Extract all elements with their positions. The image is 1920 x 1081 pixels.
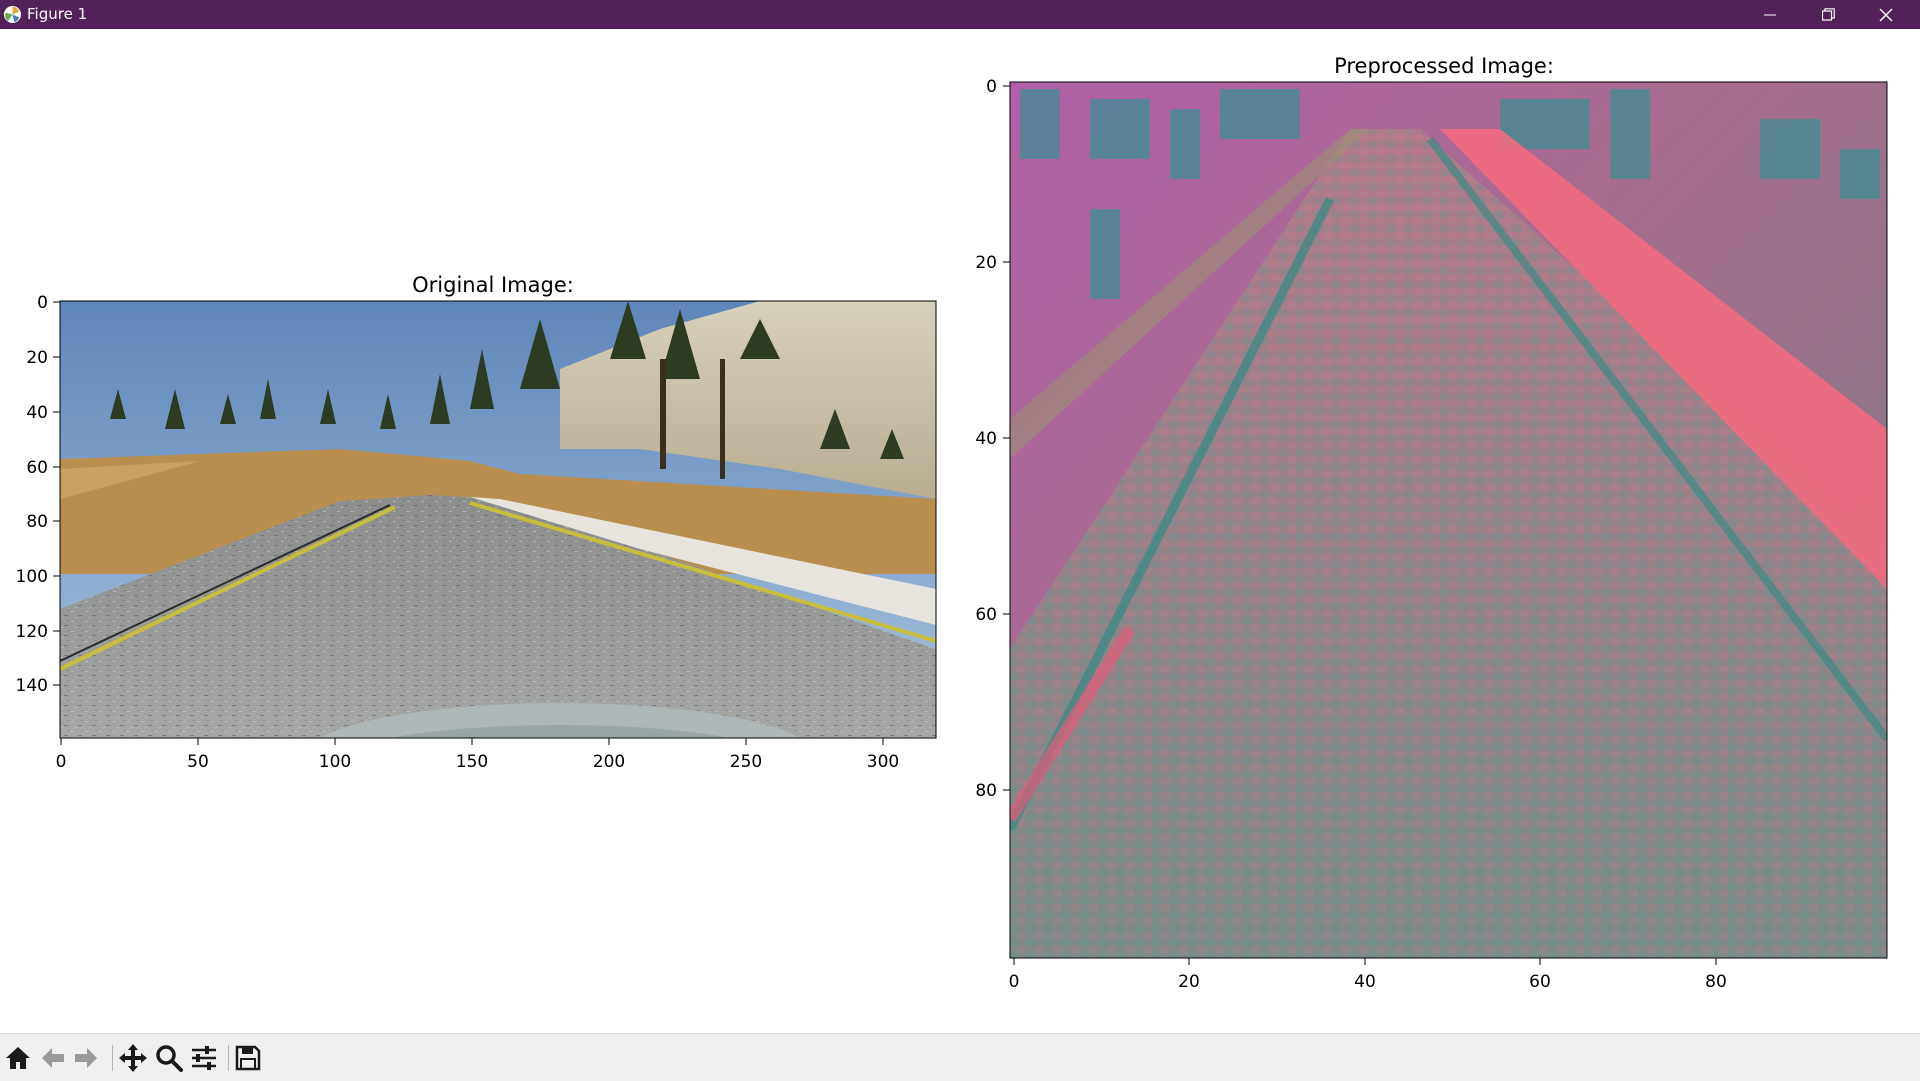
back-button[interactable] [37, 1042, 69, 1074]
restore-icon [1821, 8, 1835, 21]
left-ytick-label: 40 [26, 403, 48, 423]
right-xtick-label: 20 [1178, 972, 1200, 992]
left-xtick-label: 250 [730, 752, 762, 772]
right-xtick-label: 40 [1354, 972, 1376, 992]
right-ytick-label: 0 [986, 77, 997, 97]
left-xtick-label: 0 [56, 752, 67, 772]
right-xtick-label: 0 [1009, 972, 1020, 992]
right-ytick-label: 20 [975, 253, 997, 273]
home-icon [6, 1047, 30, 1069]
arrow-right-icon [75, 1048, 97, 1068]
right-ytick-label: 80 [975, 781, 997, 801]
right-xtick-label: 60 [1529, 972, 1551, 992]
left-xtick-label: 200 [593, 752, 625, 772]
left-ytick-label: 60 [26, 458, 48, 478]
left-x-ticks: 0 50 100 150 200 250 300 [56, 738, 899, 772]
left-ytick-label: 140 [16, 676, 48, 696]
left-ytick-label: 0 [37, 293, 48, 313]
close-button[interactable] [1857, 0, 1915, 29]
right-ytick-label: 40 [975, 429, 997, 449]
right-ytick-label: 60 [975, 605, 997, 625]
window-titlebar: Figure 1 [0, 0, 1920, 29]
configure-subplots-button[interactable] [188, 1042, 220, 1074]
magnifier-icon [156, 1045, 183, 1072]
right-x-ticks: 0 20 40 60 80 [1009, 958, 1727, 992]
left-xtick-label: 100 [319, 752, 351, 772]
right-xtick-label: 80 [1705, 972, 1727, 992]
window-title: Figure 1 [27, 5, 88, 23]
matplotlib-logo-icon [3, 5, 22, 24]
left-ytick-label: 20 [26, 348, 48, 368]
left-y-ticks: 0 20 40 60 80 100 120 140 [16, 293, 60, 696]
left-ytick-label: 100 [16, 567, 48, 587]
right-axes-title: Preprocessed Image: [1334, 54, 1554, 78]
zoom-button[interactable] [153, 1042, 185, 1074]
move-icon [119, 1044, 147, 1072]
home-button[interactable] [2, 1042, 34, 1074]
floppy-disk-icon [235, 1045, 261, 1071]
toolbar-separator [112, 1045, 113, 1071]
toolbar-separator [228, 1045, 229, 1071]
left-xtick-label: 300 [867, 752, 899, 772]
navigation-toolbar [0, 1033, 1920, 1081]
sliders-icon [192, 1046, 216, 1070]
left-xtick-label: 150 [456, 752, 488, 772]
left-ytick-label: 120 [16, 622, 48, 642]
arrow-left-icon [42, 1048, 64, 1068]
minimize-icon [1764, 14, 1776, 15]
left-ytick-label: 80 [26, 512, 48, 532]
preprocessed-road-image [1010, 82, 1887, 958]
restore-button[interactable] [1799, 0, 1857, 29]
save-button[interactable] [232, 1042, 264, 1074]
figure-canvas[interactable]: Original Image: 0 50 100 150 200 250 300… [0, 29, 1920, 1033]
left-xtick-label: 50 [187, 752, 209, 772]
left-axes-title: Original Image: [412, 273, 574, 297]
minimize-button[interactable] [1741, 0, 1799, 29]
pan-button[interactable] [117, 1042, 149, 1074]
right-y-ticks: 0 20 40 60 80 [975, 77, 1010, 801]
close-icon [1879, 8, 1893, 21]
forward-button[interactable] [70, 1042, 102, 1074]
